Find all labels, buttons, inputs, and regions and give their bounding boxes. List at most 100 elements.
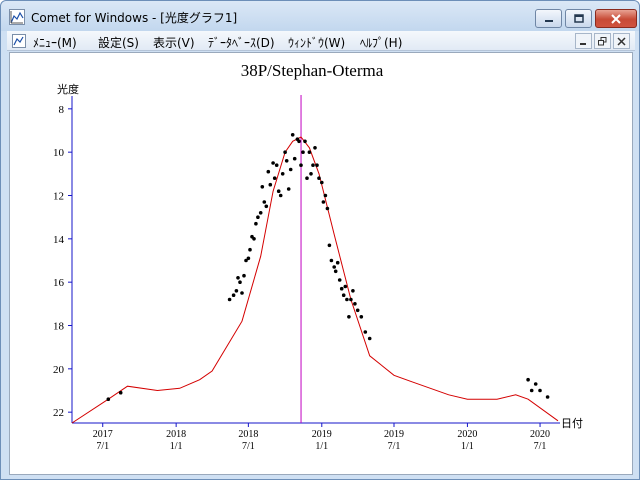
menu-bar: ﾒﾆｭｰ(M) 設定(S) 表示(V) ﾃﾞｰﾀﾍﾞｰｽ(D) ｳｨﾝﾄﾞｳ(W… bbox=[7, 31, 635, 51]
observation-point bbox=[274, 163, 279, 167]
observation-point bbox=[321, 200, 326, 204]
observation-point bbox=[309, 172, 313, 176]
observation-point bbox=[333, 269, 338, 274]
observation-point bbox=[288, 167, 293, 172]
observation-point bbox=[327, 243, 332, 248]
observation-point bbox=[353, 302, 357, 306]
observation-point bbox=[332, 265, 337, 269]
observation-point bbox=[240, 291, 244, 295]
observation-point bbox=[337, 278, 342, 282]
menu-item-help[interactable]: ﾍﾙﾌﾟ(H) bbox=[360, 34, 402, 51]
observation-point bbox=[311, 163, 315, 167]
x-axis-label: 日付 bbox=[561, 417, 583, 430]
observation-point bbox=[299, 163, 303, 167]
observation-point bbox=[301, 150, 305, 154]
observation-point bbox=[280, 172, 285, 176]
y-tick-label: 10 bbox=[53, 147, 65, 159]
observation-point bbox=[268, 182, 273, 187]
observation-point bbox=[236, 276, 240, 280]
menu-item-view[interactable]: 表示(V) bbox=[153, 34, 195, 51]
application-window: Comet for Windows - [光度グラフ1] ﾒﾆｭｰ(M) 設定(… bbox=[0, 0, 640, 480]
app-graph-icon[interactable] bbox=[9, 9, 25, 25]
observation-point bbox=[264, 204, 269, 209]
observation-point bbox=[355, 308, 360, 313]
observation-point bbox=[341, 293, 346, 297]
title-bar[interactable]: Comet for Windows - [光度グラフ1] bbox=[1, 1, 639, 31]
menu-item-window[interactable]: ｳｨﾝﾄﾞｳ(W) bbox=[288, 34, 345, 51]
observation-point bbox=[343, 284, 348, 289]
x-tick-year-label: 2020 bbox=[530, 429, 550, 440]
child-close-button[interactable] bbox=[613, 33, 630, 49]
observation-point bbox=[303, 139, 307, 144]
observation-point bbox=[272, 176, 277, 180]
observation-point bbox=[238, 280, 242, 284]
observation-point bbox=[231, 293, 236, 297]
observation-point bbox=[335, 260, 340, 265]
child-minimize-button[interactable] bbox=[575, 33, 592, 49]
y-tick-label: 16 bbox=[53, 277, 65, 289]
observation-point bbox=[260, 185, 265, 189]
observation-point bbox=[227, 297, 232, 302]
minimize-icon bbox=[580, 42, 586, 45]
x-tick-year-label: 2019 bbox=[312, 429, 332, 440]
x-tick-date-label: 7/1 bbox=[388, 441, 401, 452]
x-tick-date-label: 1/1 bbox=[315, 441, 328, 452]
observation-point bbox=[262, 200, 267, 204]
y-tick-label: 8 bbox=[59, 104, 65, 116]
child-restore-button[interactable] bbox=[594, 33, 611, 49]
observation-point bbox=[349, 297, 353, 302]
graph-document-area: 38P/Stephan-Oterma 光度 日付 8 10 12 14 16 18 20 22… bbox=[9, 52, 633, 475]
observation-point bbox=[258, 211, 263, 215]
observation-point bbox=[329, 258, 334, 263]
observation-point bbox=[538, 388, 542, 393]
observation-point bbox=[283, 150, 287, 154]
x-tick-date-label: 7/1 bbox=[534, 441, 547, 452]
observation-point bbox=[317, 176, 321, 180]
window-title: Comet for Windows - [光度グラフ1] bbox=[31, 11, 238, 25]
y-tick-label: 20 bbox=[53, 364, 65, 376]
observation-point bbox=[106, 397, 111, 402]
observation-point bbox=[315, 163, 319, 167]
y-tick-label: 18 bbox=[53, 321, 65, 333]
observation-point bbox=[284, 159, 289, 163]
close-icon bbox=[617, 36, 626, 46]
observation-point bbox=[526, 377, 530, 382]
close-icon bbox=[611, 13, 621, 24]
observation-point bbox=[339, 286, 344, 291]
y-axis-label: 光度 bbox=[57, 82, 79, 96]
observation-point bbox=[246, 256, 251, 261]
observation-point bbox=[545, 395, 550, 399]
maximize-icon bbox=[573, 13, 584, 23]
x-tick-year-label: 2018 bbox=[166, 429, 186, 440]
observation-point bbox=[278, 193, 283, 198]
y-tick-label: 22 bbox=[53, 407, 64, 419]
predicted-magnitude-curve bbox=[71, 136, 559, 424]
close-button[interactable] bbox=[595, 9, 637, 28]
observation-point bbox=[359, 315, 364, 319]
x-tick-year-label: 2017 bbox=[93, 429, 113, 440]
observation-point bbox=[242, 273, 246, 278]
x-tick-year-label: 2018 bbox=[238, 429, 258, 440]
x-tick-date-label: 7/1 bbox=[242, 441, 255, 452]
observation-point bbox=[307, 150, 312, 154]
observation-point bbox=[345, 297, 349, 302]
observation-point bbox=[252, 237, 256, 241]
observation-point bbox=[533, 382, 538, 386]
observation-point bbox=[118, 390, 123, 395]
observation-point bbox=[256, 215, 260, 219]
observation-point bbox=[248, 247, 252, 252]
maximize-button[interactable] bbox=[565, 9, 592, 28]
menu-item-settings[interactable]: 設定(S) bbox=[98, 34, 139, 51]
observation-point bbox=[323, 193, 328, 198]
menu-item-database[interactable]: ﾃﾞｰﾀﾍﾞｰｽ(D) bbox=[208, 34, 275, 51]
restore-icon bbox=[598, 36, 607, 45]
minimize-button[interactable] bbox=[535, 9, 562, 28]
y-tick-label: 12 bbox=[53, 191, 64, 203]
observation-point bbox=[286, 187, 291, 191]
observation-point bbox=[313, 146, 317, 150]
menu-item-menu[interactable]: ﾒﾆｭｰ(M) bbox=[33, 34, 77, 51]
observation-point bbox=[297, 139, 301, 144]
observation-point bbox=[266, 169, 271, 174]
document-graph-icon[interactable] bbox=[11, 33, 27, 49]
observation-point bbox=[351, 289, 355, 293]
